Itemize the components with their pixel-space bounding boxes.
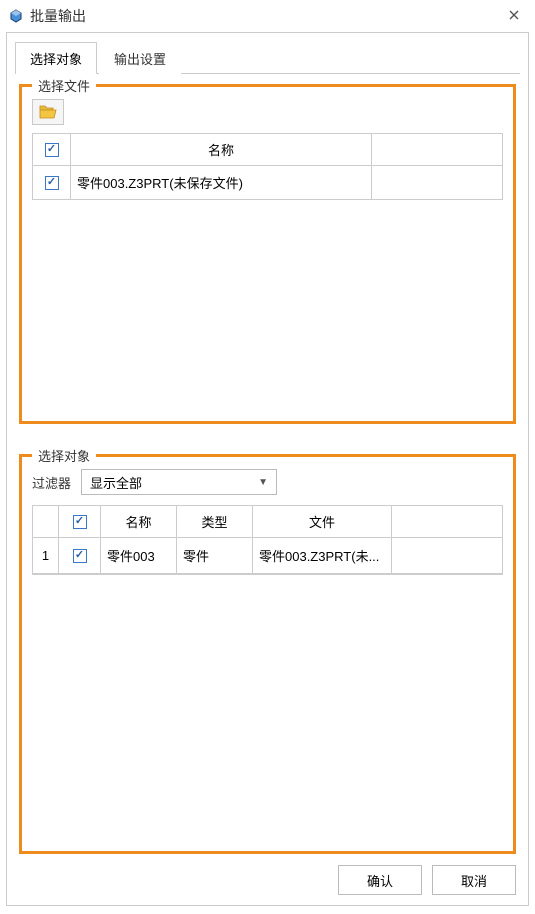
object-row-checkbox[interactable] [73,549,87,563]
tab-select-object[interactable]: 选择对象 [15,42,97,74]
select-file-legend: 选择文件 [32,76,96,95]
title-bar: 批量输出 [0,0,535,32]
file-row-checkbox-cell [33,166,71,199]
object-table-header: 名称 类型 文件 [33,506,502,538]
app-icon [8,8,24,24]
chevron-down-icon: ▼ [258,477,268,488]
tab-panel: 选择文件 名称 [7,74,528,854]
window-title: 批量输出 [30,6,86,26]
object-table-row[interactable]: 1 零件003 零件 零件003.Z3PRT(未... [33,538,502,574]
ok-button[interactable]: 确认 [338,865,422,895]
file-row-name: 零件003.Z3PRT(未保存文件) [71,166,372,199]
object-select-all-checkbox[interactable] [73,515,87,529]
filter-row: 过滤器 显示全部 ▼ [32,469,503,495]
file-header-checkbox-cell [33,134,71,166]
tab-bar: 选择对象 输出设置 [7,33,528,73]
file-row-spacer [372,166,502,199]
close-icon[interactable] [503,6,525,24]
object-header-spacer [392,506,502,538]
object-header-type: 类型 [177,506,253,538]
select-object-legend: 选择对象 [32,446,96,465]
object-row-type: 零件 [177,538,253,573]
tab-output-settings[interactable]: 输出设置 [99,42,181,74]
dialog-body: 选择对象 输出设置 选择文件 名称 [6,32,529,906]
file-table: 名称 零件003.Z3PRT(未保存文件) [32,133,503,200]
cancel-button[interactable]: 取消 [432,865,516,895]
file-table-row[interactable]: 零件003.Z3PRT(未保存文件) [33,166,502,199]
select-file-group: 选择文件 名称 [19,84,516,424]
object-row-index: 1 [33,538,59,573]
object-header-index [33,506,59,538]
object-row-checkbox-cell [59,538,101,573]
object-row-file: 零件003.Z3PRT(未... [253,538,392,573]
object-table: 名称 类型 文件 1 零件003 零件 零件003.Z3PRT(未... [32,505,503,575]
object-row-name: 零件003 [101,538,177,573]
filter-dropdown[interactable]: 显示全部 ▼ [81,469,277,495]
file-header-name: 名称 [71,134,372,166]
open-folder-button[interactable] [32,99,64,125]
filter-dropdown-value: 显示全部 [90,473,258,492]
filter-label: 过滤器 [32,473,71,492]
dialog-buttons: 确认 取消 [338,865,516,895]
file-select-all-checkbox[interactable] [45,143,59,157]
object-header-file: 文件 [253,506,392,538]
object-header-checkbox-cell [59,506,101,538]
select-object-group: 选择对象 过滤器 显示全部 ▼ 名称 类型 文件 [19,454,516,854]
file-header-spacer [372,134,502,166]
object-header-name: 名称 [101,506,177,538]
file-table-header: 名称 [33,134,502,166]
file-row-checkbox[interactable] [45,176,59,190]
folder-icon [39,105,57,119]
object-row-spacer [392,538,502,573]
